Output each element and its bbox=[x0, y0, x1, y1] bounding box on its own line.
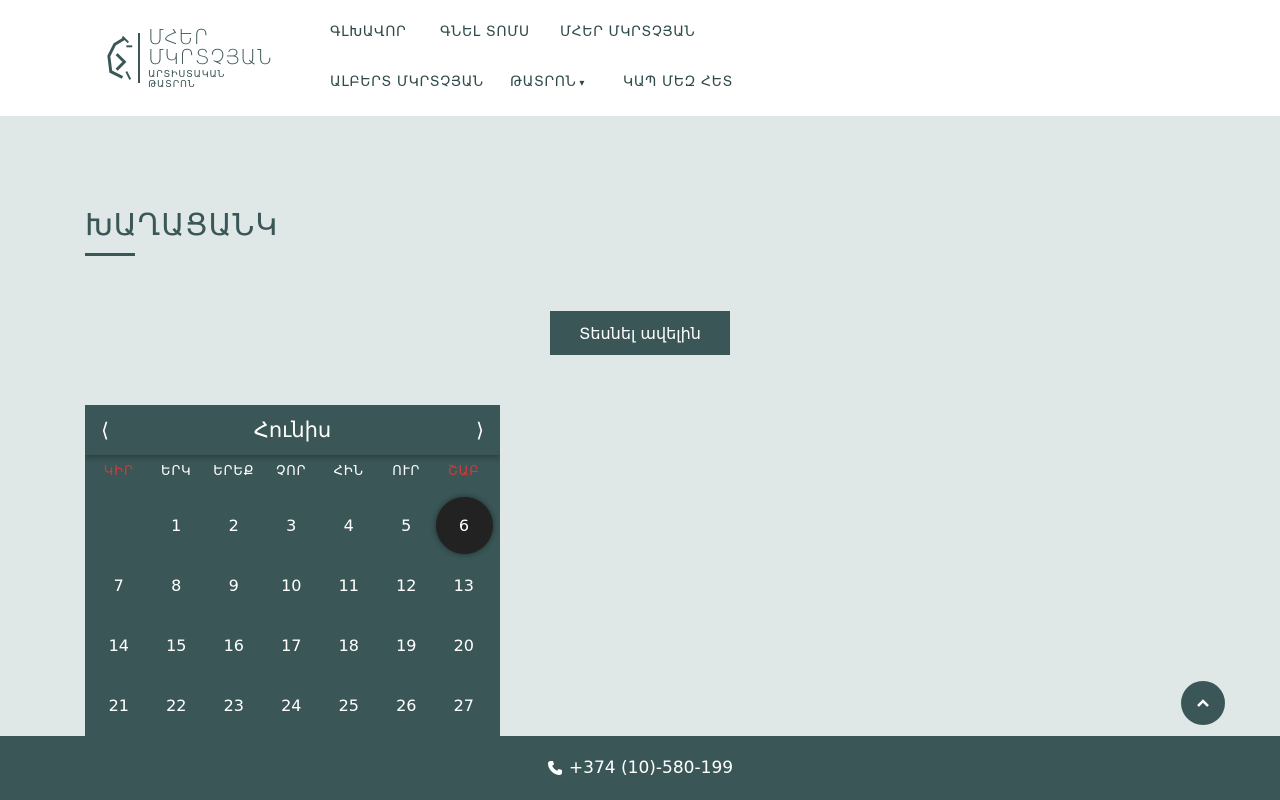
next-month-button[interactable]: ⟩ bbox=[470, 418, 490, 442]
calendar-day[interactable]: 13 bbox=[435, 557, 493, 614]
calendar-day[interactable]: 1 bbox=[148, 497, 206, 554]
calendar-day[interactable]: 21 bbox=[90, 677, 148, 734]
weekday-row: ԿԻՐ ԵՐԿ ԵՐԵՔ ՉՈՐ ՀԻՆ ՈՒՐ ՇԱԲ bbox=[85, 455, 500, 487]
calendar-week: 21 22 23 24 25 26 27 bbox=[90, 675, 495, 735]
calendar-grid: 1 2 3 4 5 6 7 8 9 10 11 12 13 14 15 16 1… bbox=[85, 487, 500, 735]
chevron-up-icon bbox=[1197, 699, 1209, 707]
nav-albert-mkrtchyan[interactable]: ԱԼԲԵՐՏ ՄԿՐՏՉՅԱՆ bbox=[330, 74, 484, 90]
calendar-day[interactable]: 16 bbox=[205, 617, 263, 674]
weekday-label: ՈՒՐ bbox=[392, 463, 421, 479]
chevron-down-icon: ▾ bbox=[579, 78, 586, 89]
page-title: ԽԱՂԱՑԱՆԿ bbox=[85, 208, 279, 243]
calendar-day[interactable]: 22 bbox=[148, 677, 206, 734]
nav-theatre[interactable]: ԹԱՏՐՈՆ ▾ bbox=[510, 74, 585, 90]
logo-divider bbox=[138, 33, 141, 83]
calendar-day[interactable]: 24 bbox=[263, 677, 321, 734]
calendar-day[interactable]: 3 bbox=[263, 497, 321, 554]
calendar-day[interactable]: 5 bbox=[378, 497, 436, 554]
calendar-day[interactable]: 7 bbox=[90, 557, 148, 614]
calendar-day[interactable]: 14 bbox=[90, 617, 148, 674]
calendar-day[interactable]: 4 bbox=[320, 497, 378, 554]
calendar-day[interactable]: 12 bbox=[378, 557, 436, 614]
scroll-to-top-button[interactable] bbox=[1181, 681, 1225, 725]
calendar-day[interactable]: 2 bbox=[205, 497, 263, 554]
calendar-day[interactable]: 9 bbox=[205, 557, 263, 614]
calendar-day[interactable]: 15 bbox=[148, 617, 206, 674]
logo-text: ՄՀԵՐ ՄԿՐՏՉՅԱՆ ԱՐՏԻՍՏԱԿԱՆ ԹԱՏՐՈՆ bbox=[148, 27, 273, 89]
calendar-day-today[interactable]: 6 bbox=[435, 496, 493, 554]
nav-contact[interactable]: ԿԱՊ ՄԵԶ ՀԵՏ bbox=[623, 74, 733, 90]
see-more-button[interactable]: Տեսնել ավելին bbox=[550, 311, 730, 355]
theatre-logo-icon bbox=[107, 35, 133, 80]
calendar-day[interactable]: 11 bbox=[320, 557, 378, 614]
calendar-day[interactable]: 26 bbox=[378, 677, 436, 734]
calendar-week: 14 15 16 17 18 19 20 bbox=[90, 615, 495, 675]
calendar-day[interactable]: 17 bbox=[263, 617, 321, 674]
calendar-header: ⟨ Հունիս ⟩ bbox=[85, 405, 500, 455]
calendar-week: 7 8 9 10 11 12 13 bbox=[90, 555, 495, 615]
weekday-label: ՇԱԲ bbox=[447, 463, 480, 479]
weekday-label: ՉՈՐ bbox=[276, 463, 307, 479]
nav-home[interactable]: ԳԼԽԱՎՈՐ bbox=[330, 24, 406, 40]
calendar-day[interactable]: 23 bbox=[205, 677, 263, 734]
footer-phone-number[interactable]: +374 (10)-580-199 bbox=[569, 758, 733, 778]
footer-contact-bar: +374 (10)-580-199 bbox=[0, 736, 1280, 800]
calendar-day[interactable]: 19 bbox=[378, 617, 436, 674]
calendar-day[interactable]: 8 bbox=[148, 557, 206, 614]
prev-month-button[interactable]: ⟨ bbox=[95, 418, 115, 442]
site-logo[interactable]: ՄՀԵՐ ՄԿՐՏՉՅԱՆ ԱՐՏԻՍՏԱԿԱՆ ԹԱՏՐՈՆ bbox=[103, 27, 273, 89]
logo-line-2: ՄԿՐՏՉՅԱՆ bbox=[148, 45, 273, 69]
logo-line-1: ՄՀԵՐ bbox=[148, 25, 210, 49]
calendar-day[interactable]: 20 bbox=[435, 617, 493, 674]
calendar-week: 1 2 3 4 5 6 bbox=[90, 495, 495, 555]
title-underline bbox=[85, 253, 135, 256]
calendar-day[interactable]: 25 bbox=[320, 677, 378, 734]
calendar-month: Հունիս bbox=[253, 418, 332, 442]
event-calendar: ⟨ Հունիս ⟩ ԿԻՐ ԵՐԿ ԵՐԵՔ ՉՈՐ ՀԻՆ ՈՒՐ ՇԱԲ … bbox=[85, 405, 500, 740]
calendar-day[interactable]: 18 bbox=[320, 617, 378, 674]
nav-mher-mkrtchyan[interactable]: ՄՀԵՐ ՄԿՐՏՉՅԱՆ bbox=[560, 24, 695, 40]
logo-subtitle: ԱՐՏԻՍՏԱԿԱՆ ԹԱՏՐՈՆ bbox=[148, 69, 226, 90]
weekday-label: ԵՐԵՔ bbox=[213, 463, 255, 479]
nav-buy-tickets[interactable]: ԳՆԵԼ ՏՈՄՍ bbox=[440, 24, 530, 40]
calendar-day-empty bbox=[90, 497, 148, 554]
nav-theatre-label: ԹԱՏՐՈՆ bbox=[510, 74, 577, 90]
calendar-day[interactable]: 27 bbox=[435, 677, 493, 734]
weekday-label: ԵՐԿ bbox=[161, 463, 192, 479]
weekday-label: ՀԻՆ bbox=[333, 463, 364, 479]
calendar-day[interactable]: 10 bbox=[263, 557, 321, 614]
site-header: ՄՀԵՐ ՄԿՐՏՉՅԱՆ ԱՐՏԻՍՏԱԿԱՆ ԹԱՏՐՈՆ ԳԼԽԱՎՈՐ … bbox=[0, 0, 1280, 116]
phone-icon bbox=[547, 761, 562, 775]
weekday-label: ԿԻՐ bbox=[103, 463, 134, 479]
